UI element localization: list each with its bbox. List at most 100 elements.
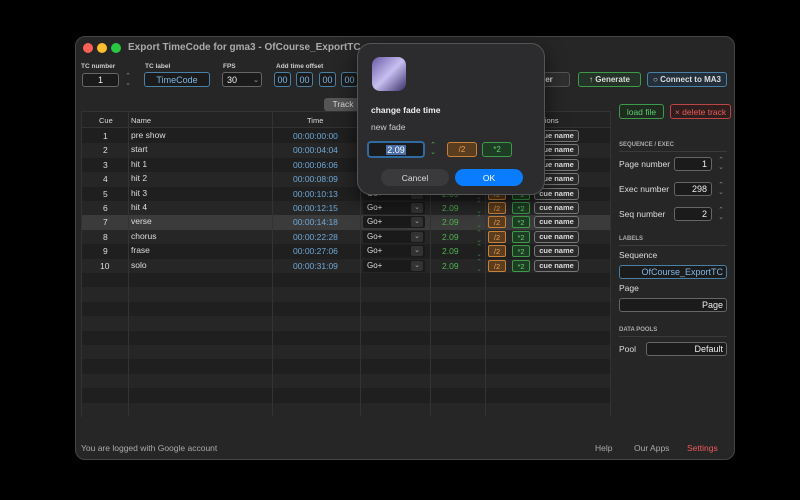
half-fade-button[interactable]: /2 (488, 202, 506, 214)
double-fade-button[interactable]: *2 (512, 230, 530, 243)
cue-time[interactable]: 00:00:08:09 (293, 174, 338, 184)
tc-number-input[interactable]: 1 (82, 73, 119, 87)
cue-time[interactable]: 00:00:06:06 (293, 160, 338, 170)
trigger-select[interactable]: Go+ ⌄ (363, 245, 425, 258)
fade-stepper[interactable]: ⌃⌄ (475, 215, 483, 229)
load-file-button[interactable]: load file (619, 104, 664, 119)
settings-link[interactable]: Settings (687, 443, 718, 453)
cue-number: 10 (100, 260, 110, 271)
fade-time[interactable]: 2.09 (442, 217, 459, 227)
seq-number-stepper[interactable]: ⌃ ⌄ (717, 207, 725, 221)
cue-name: start (131, 144, 148, 155)
chevron-down-icon: ⌄ (411, 246, 423, 257)
cue-number: 9 (103, 246, 108, 257)
half-fade-button[interactable]: /2 (488, 245, 506, 258)
exec-number-stepper[interactable]: ⌃ ⌄ (717, 182, 725, 196)
empty-row (82, 388, 610, 402)
double-fade-button[interactable]: *2 (512, 216, 530, 229)
cue-number: 1 (103, 131, 108, 141)
cue-time[interactable]: 00:00:00:00 (293, 131, 338, 141)
trigger-select[interactable]: Go+ ⌄ (363, 202, 425, 214)
dialog-half-button[interactable]: /2 (447, 142, 477, 157)
close-button[interactable] (83, 43, 93, 53)
seq-number-input[interactable]: 2 (674, 207, 712, 221)
header-name: Name (131, 116, 152, 125)
cue-name-button[interactable]: cue name (534, 259, 579, 272)
cue-name-button[interactable]: cue name (534, 245, 579, 258)
fade-time[interactable]: 2.09 (442, 232, 459, 242)
double-fade-button[interactable]: *2 (512, 259, 530, 272)
tc-label-input[interactable]: TimeCode (144, 72, 210, 87)
empty-row (82, 302, 610, 316)
page-label: Page (619, 283, 639, 293)
cue-name: hit 2 (131, 173, 148, 184)
dialog-double-button[interactable]: *2 (482, 142, 512, 157)
fade-time[interactable]: 2.09 (442, 203, 459, 213)
table-row[interactable]: 8 chorus 00:00:22:28 Go+ ⌄ 2.09 ⌃ ⌄ /2 *2 … (82, 229, 610, 245)
fade-stepper[interactable]: ⌃⌄ (475, 244, 483, 258)
offset-seconds[interactable]: 00 (319, 72, 336, 87)
table-row[interactable]: 6 hit 4 00:00:12:15 Go+ ⌄ 2.09 ⌃ ⌄ /2 *2 c… (82, 201, 610, 216)
half-fade-button[interactable]: /2 (488, 259, 506, 272)
chevron-down-icon: ⌄ (411, 217, 423, 228)
chevron-down-icon: ⌄ (411, 231, 423, 242)
fade-stepper[interactable]: ⌃⌄ (475, 230, 483, 244)
double-fade-button[interactable]: *2 (512, 245, 530, 258)
pool-input[interactable]: Default (646, 342, 727, 356)
page-input[interactable]: Page (619, 298, 727, 312)
trigger-select[interactable]: Go+ ⌄ (363, 259, 425, 272)
seq-number-label: Seq number (619, 209, 666, 219)
table-row[interactable]: 9 frase 00:00:27:06 Go+ ⌄ 2.09 ⌃ ⌄ /2 *2 c… (82, 244, 610, 258)
cue-number: 5 (103, 188, 108, 199)
cue-time[interactable]: 00:00:04:04 (293, 145, 338, 155)
table-row[interactable]: 10 solo 00:00:31:09 Go+ ⌄ 2.09 ⌃ ⌄ /2 *2 c… (82, 258, 610, 273)
double-fade-button[interactable]: *2 (512, 202, 530, 214)
help-link[interactable]: Help (595, 443, 612, 453)
minimize-button[interactable] (97, 43, 107, 53)
cue-name-button[interactable]: cue name (534, 202, 579, 214)
sequence-input[interactable]: OfCourse_ExportTC (619, 265, 727, 279)
cancel-button[interactable]: Cancel (381, 169, 449, 186)
cue-time[interactable]: 00:00:12:15 (293, 203, 338, 213)
our-apps-link[interactable]: Our Apps (634, 443, 669, 453)
fade-time[interactable]: 2.09 (442, 246, 459, 256)
zoom-button[interactable] (111, 43, 121, 53)
fade-stepper[interactable]: ⌃⌄ (429, 142, 437, 156)
cue-time[interactable]: 00:00:10:13 (293, 189, 338, 199)
delete-track-button[interactable]: × delete track (670, 104, 731, 119)
table-row[interactable]: 7 verse 00:00:14:18 Go+ ⌄ 2.09 ⌃ ⌄ /2 *2 c… (82, 215, 610, 230)
fade-stepper[interactable]: ⌃⌄ (475, 201, 483, 215)
tc-number-stepper[interactable]: ⌃ ⌄ (124, 73, 132, 87)
fade-time[interactable]: 2.09 (442, 261, 459, 271)
generate-button[interactable]: ↑ Generate (578, 72, 641, 87)
half-fade-button[interactable]: /2 (488, 230, 506, 243)
cue-name-button[interactable]: cue name (534, 216, 579, 229)
offset-hours[interactable]: 00 (274, 72, 291, 87)
fps-select[interactable]: 30 ⌄ (222, 72, 262, 87)
trigger-select[interactable]: Go+ ⌄ (363, 216, 425, 229)
fade-stepper[interactable]: ⌃⌄ (475, 259, 483, 273)
offset-frames[interactable]: 00 (341, 72, 358, 87)
exec-number-label: Exec number (619, 184, 670, 194)
tc-number-label: TC number (81, 63, 116, 70)
page-number-input[interactable]: 1 (674, 157, 712, 171)
empty-row (82, 345, 610, 360)
trigger-select[interactable]: Go+ ⌄ (363, 230, 425, 243)
cue-time[interactable]: 00:00:31:09 (293, 261, 338, 271)
cue-name-button[interactable]: cue name (534, 230, 579, 243)
cue-time[interactable]: 00:00:27:06 (293, 246, 338, 256)
exec-number-input[interactable]: 298 (674, 182, 712, 196)
offset-minutes[interactable]: 00 (296, 72, 313, 87)
fade-input-value: 2.09 (386, 144, 406, 155)
sequence-label: Sequence (619, 250, 658, 260)
cue-number: 4 (103, 174, 108, 185)
connect-ma3-button[interactable]: ○ Connect to MA3 (647, 72, 727, 87)
cue-time[interactable]: 00:00:22:28 (293, 232, 338, 242)
page-number-stepper[interactable]: ⌃ ⌄ (717, 157, 725, 171)
half-fade-button[interactable]: /2 (488, 216, 506, 229)
ok-button[interactable]: OK (455, 169, 523, 186)
cue-time[interactable]: 00:00:14:18 (293, 217, 338, 227)
cue-number: 7 (103, 217, 108, 228)
fade-input[interactable]: 2.09 (367, 141, 425, 158)
window-title: Export TimeCode for gma3 - OfCourse_Expo… (128, 42, 361, 53)
